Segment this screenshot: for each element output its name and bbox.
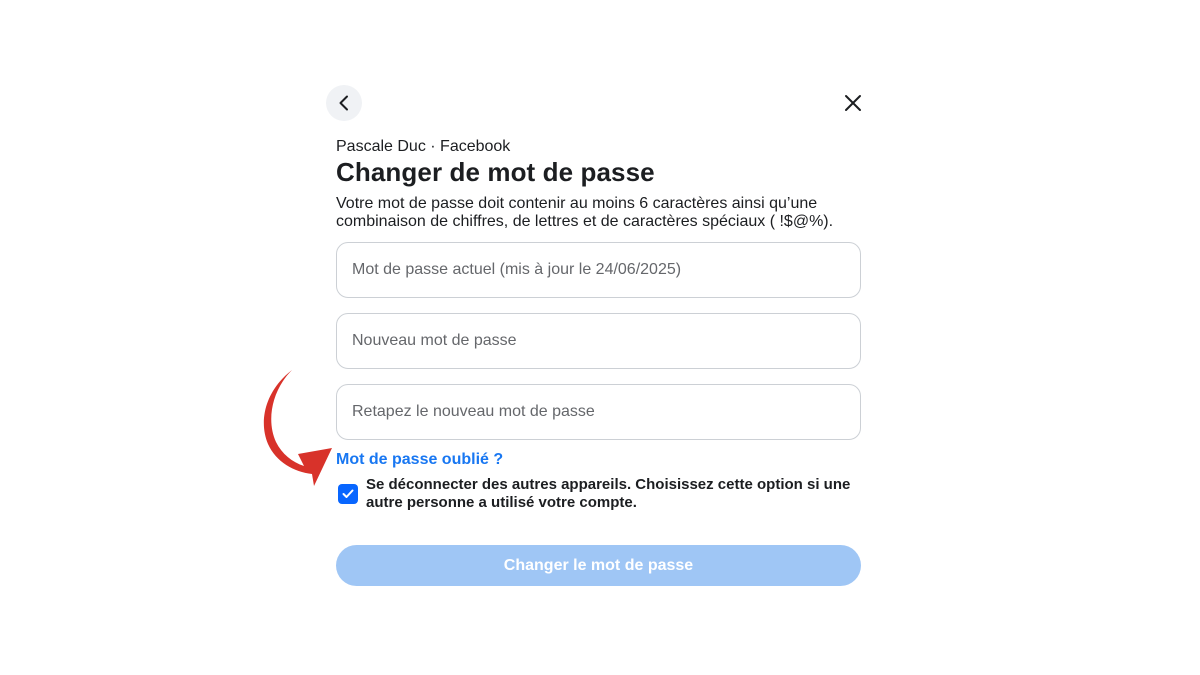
close-icon	[845, 95, 861, 111]
annotation-arrow-icon	[263, 370, 332, 486]
checkmark-icon	[342, 489, 354, 498]
page-title: Changer de mot de passe	[336, 157, 655, 187]
current-password-field	[336, 242, 861, 298]
new-password-input[interactable]	[337, 314, 860, 368]
close-button[interactable]	[836, 86, 870, 120]
forgot-password-link[interactable]: Mot de passe oublié ?	[336, 451, 503, 469]
logout-other-devices-label: Se déconnecter des autres appareils. Cho…	[366, 476, 851, 511]
back-button[interactable]	[326, 85, 362, 121]
change-password-button[interactable]: Changer le mot de passe	[336, 545, 861, 586]
confirm-password-field	[336, 384, 861, 440]
password-requirements: Votre mot de passe doit contenir au moin…	[336, 195, 834, 230]
current-password-input[interactable]	[337, 243, 860, 297]
change-password-dialog: Pascale Duc · Facebook Changer de mot de…	[0, 0, 1200, 675]
account-line: Pascale Duc · Facebook	[336, 138, 511, 155]
chevron-left-icon	[339, 95, 348, 111]
new-password-field	[336, 313, 861, 369]
confirm-password-input[interactable]	[337, 385, 860, 439]
